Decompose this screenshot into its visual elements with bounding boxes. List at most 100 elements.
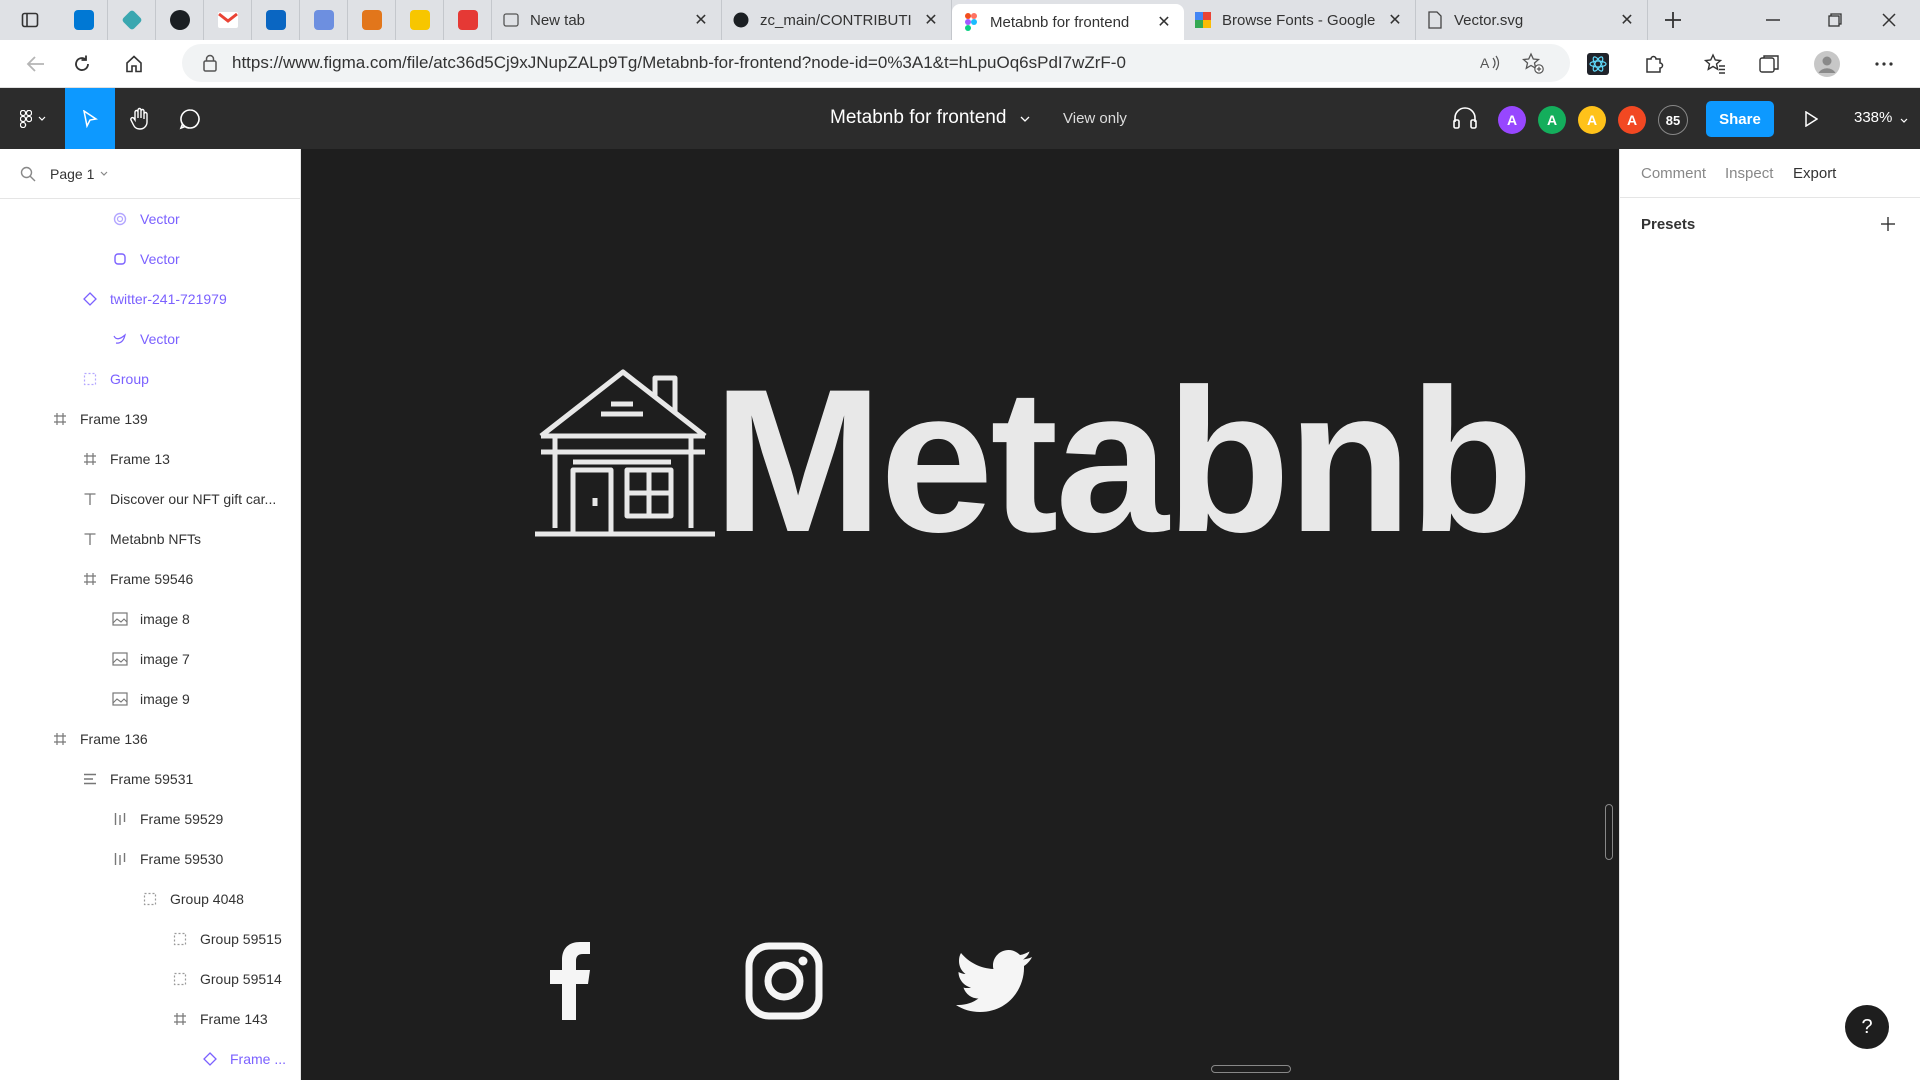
pinned-tab-s-app[interactable]: [444, 0, 492, 40]
document-title[interactable]: Metabnb for frontend: [830, 107, 1006, 129]
extensions-button[interactable]: [1632, 42, 1676, 86]
layer-row[interactable]: image 9: [0, 679, 300, 719]
collections-button[interactable]: [1747, 42, 1791, 86]
horizontal-scrollbar[interactable]: [1211, 1065, 1291, 1073]
vertical-scrollbar[interactable]: [1605, 804, 1613, 860]
view-only-label: View only: [1063, 110, 1127, 127]
new-tab-button[interactable]: [1648, 0, 1698, 40]
layer-row[interactable]: Group 59514: [0, 959, 300, 999]
figma-main-menu[interactable]: [6, 88, 60, 149]
tab-github[interactable]: zc_main/CONTRIBUTIN ✕: [722, 0, 952, 40]
close-window-button[interactable]: [1858, 0, 1920, 40]
chevron-down-icon[interactable]: [100, 171, 108, 177]
restore-button[interactable]: [1804, 0, 1866, 40]
layer-row[interactable]: Frame 13: [0, 439, 300, 479]
close-tab-icon[interactable]: ✕: [1617, 10, 1637, 30]
layer-row[interactable]: Frame 59546: [0, 559, 300, 599]
back-button[interactable]: [14, 42, 58, 86]
share-button[interactable]: Share: [1706, 101, 1774, 137]
svg-text:A: A: [1480, 55, 1490, 71]
tab-actions-button[interactable]: [0, 0, 60, 40]
layer-row[interactable]: Vector: [0, 239, 300, 279]
close-tab-icon[interactable]: ✕: [1385, 10, 1405, 30]
group-icon: [170, 969, 190, 989]
layer-row[interactable]: Frame 143: [0, 999, 300, 1039]
close-tab-icon[interactable]: ✕: [1154, 12, 1174, 32]
chevron-down-icon[interactable]: [1020, 116, 1030, 123]
layer-row[interactable]: Frame ...: [0, 1039, 300, 1079]
url-text[interactable]: https://www.figma.com/file/atc36d5Cj9xJN…: [232, 53, 1126, 73]
layer-row[interactable]: twitter-241-721979: [0, 279, 300, 319]
hand-tool-button[interactable]: [115, 88, 165, 149]
layer-row[interactable]: image 7: [0, 639, 300, 679]
pinned-tab-drive[interactable]: [300, 0, 348, 40]
layer-row[interactable]: Group 4048: [0, 879, 300, 919]
layer-row[interactable]: Frame 59530: [0, 839, 300, 879]
layer-row[interactable]: Discover our NFT gift car...: [0, 479, 300, 519]
layer-row[interactable]: Metabnb NFTs: [0, 519, 300, 559]
settings-more-button[interactable]: [1862, 42, 1906, 86]
layer-row[interactable]: Vector: [0, 319, 300, 359]
pinned-tab-github[interactable]: [156, 0, 204, 40]
viewer-count-badge[interactable]: 85: [1658, 105, 1688, 135]
collaborator-avatar[interactable]: A: [1618, 106, 1646, 134]
pinned-tab-outlook[interactable]: [60, 0, 108, 40]
tab-google-fonts[interactable]: Browse Fonts - Google ✕: [1184, 0, 1416, 40]
collaborator-avatar[interactable]: A: [1538, 106, 1566, 134]
layer-row[interactable]: Frame 136: [0, 719, 300, 759]
layer-row[interactable]: Frame 59531: [0, 759, 300, 799]
frame-icon: [170, 1009, 190, 1029]
layer-name: Frame 136: [80, 731, 148, 747]
lock-icon[interactable]: [202, 54, 218, 72]
comment-tool-button[interactable]: [165, 88, 215, 149]
minimize-button[interactable]: [1742, 0, 1804, 40]
collaborator-avatar[interactable]: A: [1578, 106, 1606, 134]
reload-button[interactable]: [60, 42, 104, 86]
page-name[interactable]: Page 1: [50, 166, 94, 182]
help-button[interactable]: ?: [1845, 1005, 1889, 1049]
tab-vector-svg[interactable]: Vector.svg ✕: [1416, 0, 1648, 40]
favorites-button[interactable]: [1693, 42, 1737, 86]
page-selector[interactable]: Page 1: [0, 149, 300, 199]
pinned-tab-gmail[interactable]: [204, 0, 252, 40]
pinned-tab-linkedin[interactable]: [252, 0, 300, 40]
layer-row[interactable]: Group: [0, 359, 300, 399]
add-favorite-icon[interactable]: [1522, 52, 1544, 74]
profile-button[interactable]: [1805, 42, 1849, 86]
search-icon[interactable]: [20, 166, 36, 182]
omnibox[interactable]: https://www.figma.com/file/atc36d5Cj9xJN…: [182, 44, 1570, 82]
present-button[interactable]: [1786, 88, 1836, 149]
pinned-tab-app[interactable]: [108, 0, 156, 40]
zoom-level[interactable]: 338%: [1854, 109, 1892, 126]
react-devtools-extension[interactable]: [1576, 42, 1620, 86]
layer-row[interactable]: Group 59515: [0, 919, 300, 959]
layer-name: Group 59515: [200, 931, 282, 947]
design-canvas[interactable]: Metabnb: [301, 149, 1619, 1080]
pinned-tab-bolt[interactable]: [396, 0, 444, 40]
collaborator-avatar[interactable]: A: [1498, 106, 1526, 134]
close-tab-icon[interactable]: ✕: [921, 10, 941, 30]
move-tool-button[interactable]: [65, 88, 115, 149]
tab-inspect[interactable]: Inspect: [1725, 165, 1773, 182]
audio-headphones-icon[interactable]: [1452, 106, 1478, 130]
tab-export[interactable]: Export: [1793, 165, 1836, 182]
move-cursor-icon: [83, 109, 98, 128]
back-arrow-icon: [26, 55, 44, 72]
close-tab-icon[interactable]: ✕: [691, 10, 711, 30]
layer-row[interactable]: Frame 139: [0, 399, 300, 439]
tab-figma-active[interactable]: Metabnb for frontend ✕: [952, 4, 1184, 40]
layer-row[interactable]: Vector: [0, 199, 300, 239]
tab-new-tab[interactable]: New tab ✕: [492, 0, 722, 40]
layer-row[interactable]: image 8: [0, 599, 300, 639]
text-icon: [80, 489, 100, 509]
new-tab-icon: [502, 11, 520, 29]
chevron-down-icon[interactable]: [1900, 118, 1908, 124]
add-preset-icon[interactable]: [1880, 216, 1896, 232]
layer-name: Frame 59529: [140, 811, 224, 827]
layer-row[interactable]: Frame 59529: [0, 799, 300, 839]
home-button[interactable]: [112, 42, 156, 86]
read-aloud-icon[interactable]: A: [1480, 54, 1502, 72]
tab-title: New tab: [530, 11, 586, 29]
tab-comment[interactable]: Comment: [1641, 165, 1706, 182]
pinned-tab-metamask[interactable]: [348, 0, 396, 40]
